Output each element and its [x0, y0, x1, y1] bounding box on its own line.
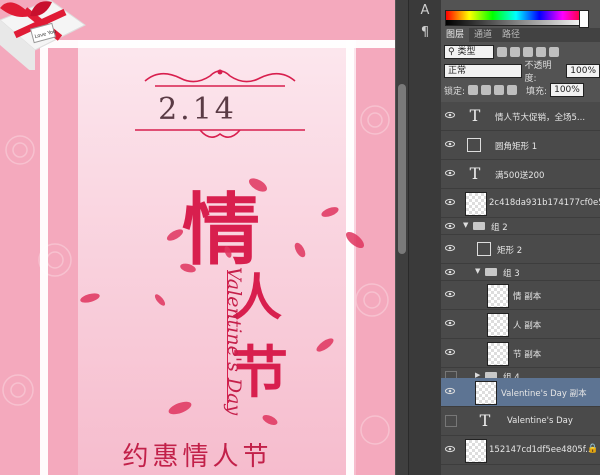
layer-name: Valentine's Day 副本: [501, 389, 587, 399]
layer-row[interactable]: T Valentine's Day: [441, 407, 600, 436]
layer-name: 圆角矩形 1: [495, 142, 538, 152]
filter-kind-select[interactable]: ⚲ 类型: [444, 45, 494, 59]
panel-tool-strip: A ¶: [408, 0, 441, 475]
filter-text-icon[interactable]: [523, 47, 533, 57]
layer-name: 情 副本: [513, 292, 542, 302]
layer-name: 2c418da931b174177cf0e5...: [489, 198, 600, 208]
layer-row[interactable]: 矩形 2: [441, 235, 600, 264]
eye-icon[interactable]: [445, 444, 455, 454]
layer-row[interactable]: 情 副本: [441, 281, 600, 310]
layer-row[interactable]: 人 副本: [441, 310, 600, 339]
blend-row: 正常 不透明度: 100%: [444, 61, 600, 84]
layer-row[interactable]: 2c418da931b174177cf0e5...: [441, 189, 600, 218]
fill-input[interactable]: 100%: [550, 83, 584, 97]
folder-icon: [473, 222, 485, 230]
layer-thumbnail: [487, 342, 509, 366]
text-layer-icon: T: [469, 164, 481, 183]
filter-kind-label: 类型: [457, 47, 476, 57]
layer-name: 组 2: [491, 223, 508, 233]
filter-adjustment-icon[interactable]: [510, 47, 520, 57]
tab-channels[interactable]: 通道: [469, 28, 497, 42]
lock-row: 锁定: 填充: 100%: [444, 82, 584, 98]
chevron-down-icon[interactable]: ▼: [475, 267, 480, 275]
layer-name: 情人节大促销，全场5...: [495, 113, 586, 123]
layer-thumbnail: [465, 439, 487, 463]
eye-icon[interactable]: [445, 289, 455, 299]
layer-name: 组 3: [503, 269, 520, 279]
layer-row[interactable]: 节 副本: [441, 339, 600, 368]
filter-shape-icon[interactable]: [536, 47, 546, 57]
layer-name: Valentine's Day: [507, 416, 573, 426]
gift-box-image: Love You: [0, 0, 86, 70]
folder-icon: [485, 268, 497, 276]
eye-icon[interactable]: [445, 110, 455, 120]
blend-mode-select[interactable]: 正常: [444, 64, 522, 78]
layer-thumbnail: [465, 192, 487, 216]
shape-layer-icon: [477, 242, 491, 256]
text-layer-icon: T: [469, 106, 481, 125]
color-spectrum[interactable]: [445, 10, 587, 26]
document-scrollbar-thumb[interactable]: [398, 84, 406, 254]
opacity-label: 不透明度:: [524, 61, 552, 84]
visibility-toggle[interactable]: [445, 415, 457, 427]
layer-group-row[interactable]: ▼ 组 3: [441, 264, 600, 281]
lock-transparent-icon[interactable]: [468, 85, 479, 95]
layer-name: 节 副本: [513, 350, 542, 360]
eye-icon[interactable]: [445, 168, 455, 178]
rose-petals: [80, 178, 365, 425]
eye-icon[interactable]: [445, 318, 455, 328]
eye-icon[interactable]: [445, 347, 455, 357]
layer-name: 152147cd1df5ee4805f...: [489, 445, 594, 455]
lock-icon: 🔒: [587, 444, 599, 454]
paragraph-panel-icon[interactable]: ¶: [416, 24, 434, 42]
layer-name: 人 副本: [513, 321, 542, 331]
text-layer-icon: T: [479, 411, 491, 430]
lock-all-icon[interactable]: [507, 85, 518, 95]
layers-panel: 图层 通道 路径 ⚲ 类型 正常 不透明度: 100% 锁定: 填充: 100%…: [441, 0, 600, 475]
lock-image-icon[interactable]: [481, 85, 492, 95]
layer-thumbnail: [487, 313, 509, 337]
layer-group-row[interactable]: ▼ 组 2: [441, 218, 600, 235]
layer-thumbnail: [487, 284, 509, 308]
tab-layers[interactable]: 图层: [441, 28, 470, 42]
shape-layer-icon: [467, 138, 481, 152]
layer-thumbnail: [475, 381, 497, 405]
color-swatch[interactable]: [579, 10, 589, 28]
layer-name: 满500送200: [495, 171, 545, 181]
layer-row-selected[interactable]: Valentine's Day 副本: [441, 378, 600, 407]
fill-label: 填充:: [526, 86, 548, 97]
layer-list: T 情人节大促销，全场5... 圆角矩形 1 T 满500送200 2c418d…: [441, 102, 600, 475]
layer-name: 矩形 2: [497, 246, 523, 256]
subtitle-text: 约惠情人节: [122, 442, 273, 472]
layer-row[interactable]: 152147cd1df5ee4805f... 🔒: [441, 436, 600, 465]
filter-smart-object-icon[interactable]: [549, 47, 559, 57]
layer-row[interactable]: T 情人节大促销，全场5...: [441, 102, 600, 131]
eye-icon[interactable]: [445, 221, 455, 231]
layer-row[interactable]: 圆角矩形 1: [441, 131, 600, 160]
lock-label: 锁定:: [444, 86, 466, 97]
panel-tabs: 图层 通道 路径: [441, 28, 600, 42]
character-panel-icon[interactable]: A: [416, 2, 434, 20]
layer-row[interactable]: T 满500送200: [441, 160, 600, 189]
lock-position-icon[interactable]: [494, 85, 505, 95]
eye-icon[interactable]: [445, 139, 455, 149]
document-canvas[interactable]: 2.14 情 人 节 Valentine's Day 约惠情人节 Love Yo…: [0, 0, 395, 475]
tab-paths[interactable]: 路径: [497, 28, 525, 42]
eye-icon[interactable]: [445, 267, 455, 277]
search-icon: ⚲: [448, 47, 455, 57]
eye-icon[interactable]: [445, 243, 455, 253]
chevron-down-icon[interactable]: ▼: [463, 221, 468, 229]
eye-icon[interactable]: [445, 197, 455, 207]
eye-icon[interactable]: [445, 386, 455, 396]
opacity-input[interactable]: 100%: [566, 64, 600, 78]
filter-pixel-icon[interactable]: [497, 47, 507, 57]
